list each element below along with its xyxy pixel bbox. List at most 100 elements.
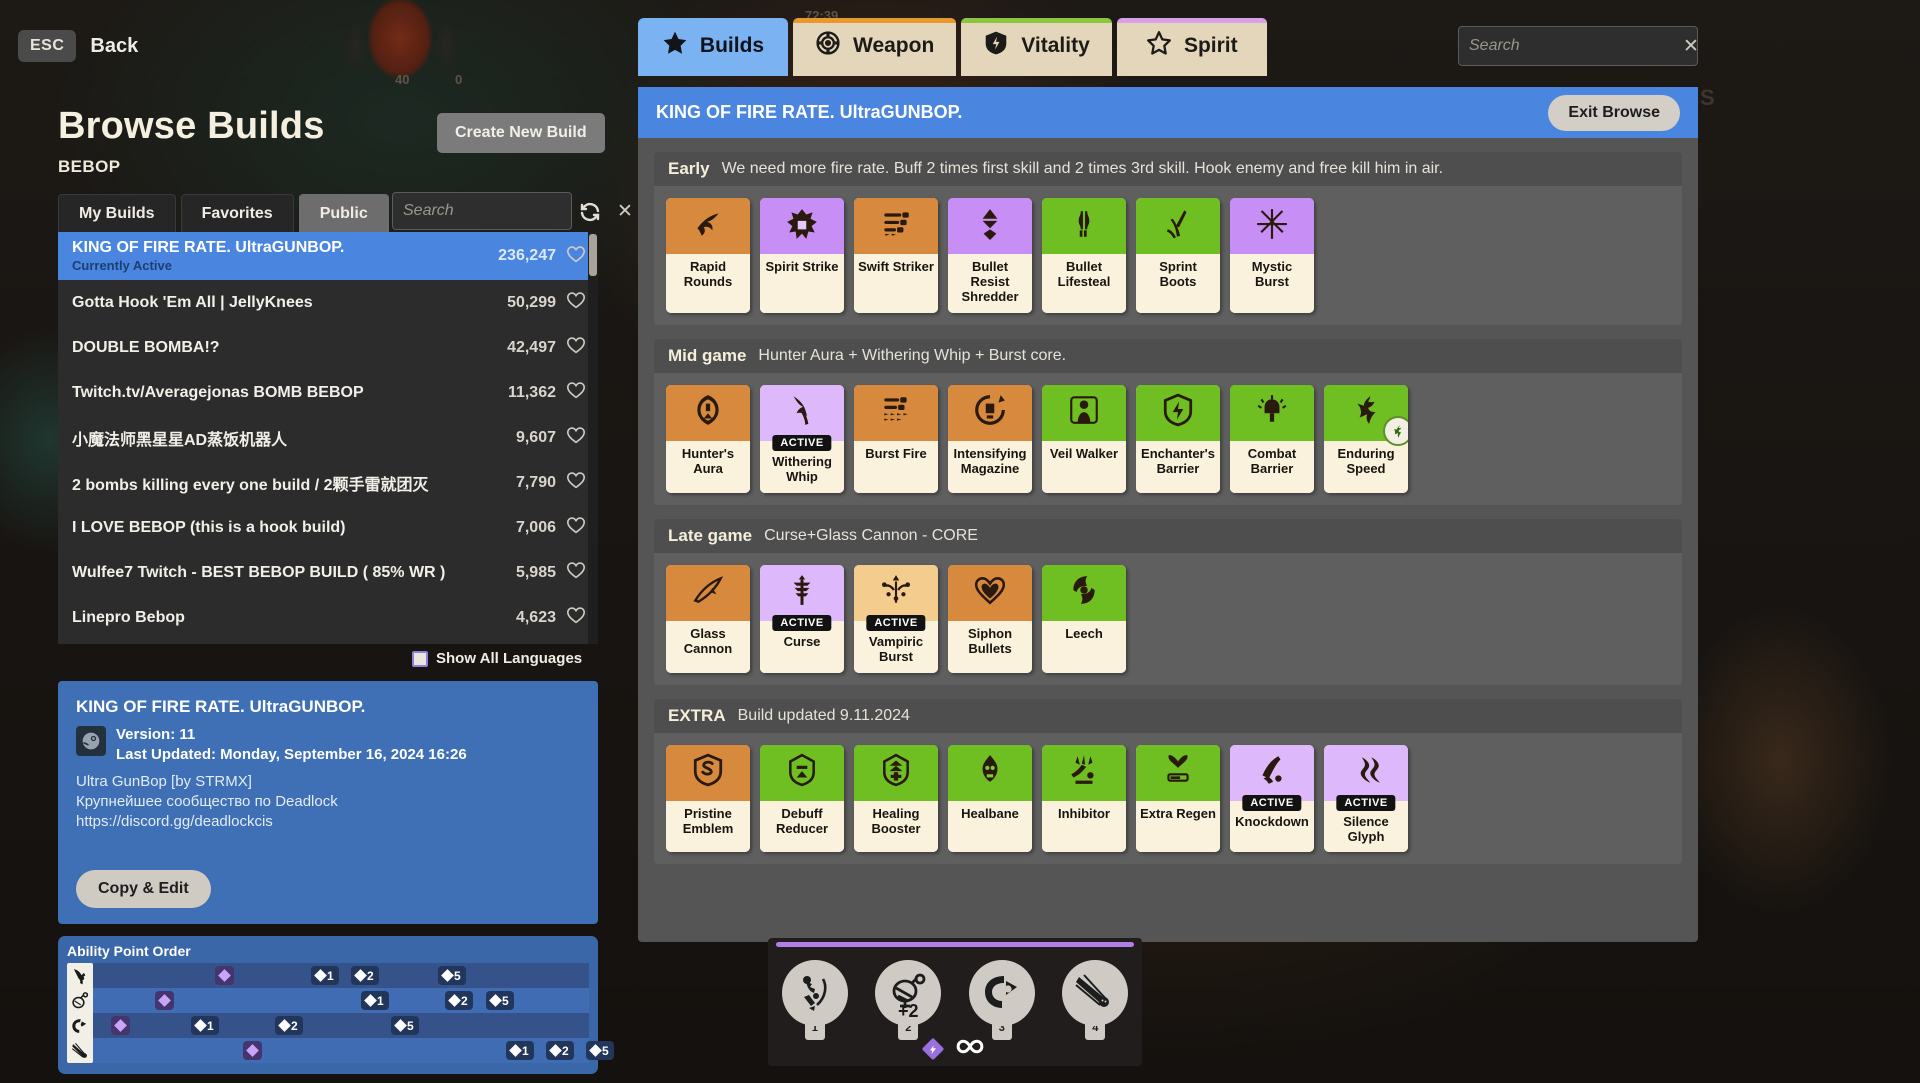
uppercut-ability-icon[interactable] xyxy=(968,960,1035,1026)
ability-point-pip[interactable] xyxy=(215,966,234,985)
close-icon[interactable]: ✕ xyxy=(611,202,633,221)
tab-my-builds[interactable]: My Builds xyxy=(58,194,176,234)
item-name: Healing Booster xyxy=(871,805,921,836)
item-card[interactable]: Hunter's Aura xyxy=(666,384,750,493)
exit-browse-button[interactable]: Exit Browse xyxy=(1548,94,1680,131)
build-list-item[interactable]: DOUBLE BOMBA!? 42,497 xyxy=(58,325,598,370)
ability-slot[interactable]: 1 xyxy=(779,960,851,1040)
heart-icon[interactable] xyxy=(566,336,586,359)
ability-bar-footer xyxy=(921,1037,985,1061)
heart-icon[interactable] xyxy=(566,471,586,494)
item-card[interactable]: ACTIVE Curse xyxy=(760,564,844,673)
item-card[interactable]: Debuff Reducer xyxy=(760,744,844,853)
item-card[interactable]: Swift Striker xyxy=(854,198,938,313)
pip-label: 5 xyxy=(454,968,461,983)
build-list-item[interactable]: KING OF FIRE RATE. UltraGUNBOP. Currently… xyxy=(58,232,598,280)
item-card[interactable]: Spirit Strike xyxy=(760,198,844,313)
copy-and-edit-button[interactable]: Copy & Edit xyxy=(76,870,211,908)
detail-desc-line-3[interactable]: https://discord.gg/deadlockcis xyxy=(76,813,580,830)
build-list-item[interactable]: Wulfee7 Twitch - BEST BEBOP BUILD ( 85% … xyxy=(58,550,598,595)
item-card[interactable]: Enduring Speed xyxy=(1324,384,1408,493)
item-card[interactable]: Mystic Burst xyxy=(1230,198,1314,313)
laser-ability-icon[interactable] xyxy=(1062,960,1129,1026)
ability-point-pip[interactable]: 1 xyxy=(191,1016,219,1035)
ability-point-pip[interactable]: 2 xyxy=(351,966,379,985)
heart-icon[interactable] xyxy=(566,245,586,268)
item-card[interactable]: ACTIVE Vampiric Burst xyxy=(854,564,938,673)
build-list-scrollbar[interactable] xyxy=(588,232,598,644)
heart-icon[interactable] xyxy=(566,381,586,404)
item-card[interactable]: Siphon Bullets xyxy=(948,564,1032,673)
back-control[interactable]: ESC Back xyxy=(18,30,138,62)
item-search-input[interactable] xyxy=(1469,37,1677,55)
bomb-ability-icon[interactable]: +2 xyxy=(875,960,942,1026)
build-list-item[interactable]: Gotta Hook 'Em All | JellyKnees 50,299 xyxy=(58,280,598,325)
show-all-languages-toggle[interactable]: Show All Languages xyxy=(412,650,582,667)
tab-favorites[interactable]: Favorites xyxy=(180,194,294,234)
item-card[interactable]: Combat Barrier xyxy=(1230,384,1314,493)
item-card[interactable]: Burst Fire xyxy=(854,384,938,493)
item-card-label-area: Leech xyxy=(1042,620,1126,673)
item-card[interactable]: Veil Walker xyxy=(1042,384,1126,493)
item-card[interactable]: Leech xyxy=(1042,564,1126,673)
heart-icon[interactable] xyxy=(566,606,586,629)
ability-point-pip[interactable]: 1 xyxy=(361,991,389,1010)
heart-icon[interactable] xyxy=(566,561,586,584)
ability-slot[interactable]: 3 xyxy=(966,960,1038,1040)
tab-vitality[interactable]: Vitality xyxy=(961,18,1112,76)
item-card-icon-area xyxy=(666,564,750,621)
ability-point-pip[interactable]: 5 xyxy=(586,1041,614,1060)
refresh-icon[interactable] xyxy=(578,200,602,224)
heart-icon[interactable] xyxy=(566,516,586,539)
heart-icon[interactable] xyxy=(566,426,586,449)
item-card[interactable]: ACTIVE Knockdown xyxy=(1230,744,1314,853)
item-card[interactable]: Bullet Resist Shredder xyxy=(948,198,1032,313)
ability-slot[interactable]: 4 xyxy=(1059,960,1131,1040)
item-card[interactable]: ACTIVE Withering Whip xyxy=(760,384,844,493)
heart-icon[interactable] xyxy=(566,291,586,314)
ability-point-pip[interactable]: 1 xyxy=(311,966,339,985)
ability-point-pip[interactable] xyxy=(155,991,174,1010)
ability-point-pip[interactable]: 1 xyxy=(506,1041,534,1060)
close-icon[interactable]: ✕ xyxy=(1677,37,1699,56)
build-list-item[interactable]: 小魔法师黑星星AD蒸饭机器人 9,607 xyxy=(58,415,598,460)
tab-spirit[interactable]: Spirit xyxy=(1116,18,1267,76)
item-card[interactable]: ACTIVE Silence Glyph xyxy=(1324,744,1408,853)
build-list-item[interactable]: I LOVE BEBOP (this is a hook build) 7,006 xyxy=(58,505,598,550)
build-list-item[interactable]: Twitch.tv/Averagejonas BOMB BEBOP 11,362 xyxy=(58,370,598,415)
item-card[interactable]: Bullet Lifesteal xyxy=(1042,198,1126,313)
hook-ability-icon[interactable] xyxy=(781,960,848,1026)
ability-point-pip[interactable] xyxy=(243,1041,262,1060)
tab-public[interactable]: Public xyxy=(298,194,389,234)
item-search-box[interactable]: ✕ xyxy=(1458,26,1699,66)
create-new-build-button[interactable]: Create New Build xyxy=(437,113,605,153)
ability-point-pip[interactable]: 2 xyxy=(546,1041,574,1060)
item-card[interactable]: Enchanter's Barrier xyxy=(1136,384,1220,493)
item-card[interactable]: Healing Booster xyxy=(854,744,938,853)
item-card[interactable]: Healbane xyxy=(948,744,1032,853)
tab-builds[interactable]: Builds xyxy=(638,18,788,76)
scrollbar-thumb[interactable] xyxy=(589,234,597,276)
build-search-box[interactable]: ✕ xyxy=(392,192,633,230)
tab-weapon[interactable]: Weapon xyxy=(793,18,957,76)
ability-point-pip[interactable]: 5 xyxy=(486,991,514,1010)
ability-point-pip[interactable]: 5 xyxy=(438,966,466,985)
ability-slot[interactable]: +2 2 xyxy=(872,960,944,1040)
ability-point-pip[interactable] xyxy=(111,1016,130,1035)
build-list[interactable]: KING OF FIRE RATE. UltraGUNBOP. Currently… xyxy=(58,232,598,644)
ability-point-pip[interactable]: 2 xyxy=(445,991,473,1010)
checkbox-icon[interactable] xyxy=(412,650,428,667)
build-list-item[interactable]: 2 bombs killing every one build / 2颗手雷就团… xyxy=(58,460,598,505)
item-card[interactable]: Rapid Rounds xyxy=(666,198,750,313)
build-list-item[interactable]: Linepro Bebop 4,623 xyxy=(58,595,598,640)
back-label: Back xyxy=(90,34,139,57)
item-card[interactable]: Extra Regen xyxy=(1136,744,1220,853)
item-card[interactable]: Inhibitor xyxy=(1042,744,1126,853)
item-card[interactable]: Intensifying Magazine xyxy=(948,384,1032,493)
item-card-label-area: Siphon Bullets xyxy=(948,620,1032,673)
item-card[interactable]: Sprint Boots xyxy=(1136,198,1220,313)
item-card[interactable]: Pristine Emblem xyxy=(666,744,750,853)
item-card[interactable]: Glass Cannon xyxy=(666,564,750,673)
ability-point-pip[interactable]: 2 xyxy=(275,1016,303,1035)
ability-point-pip[interactable]: 5 xyxy=(391,1016,419,1035)
